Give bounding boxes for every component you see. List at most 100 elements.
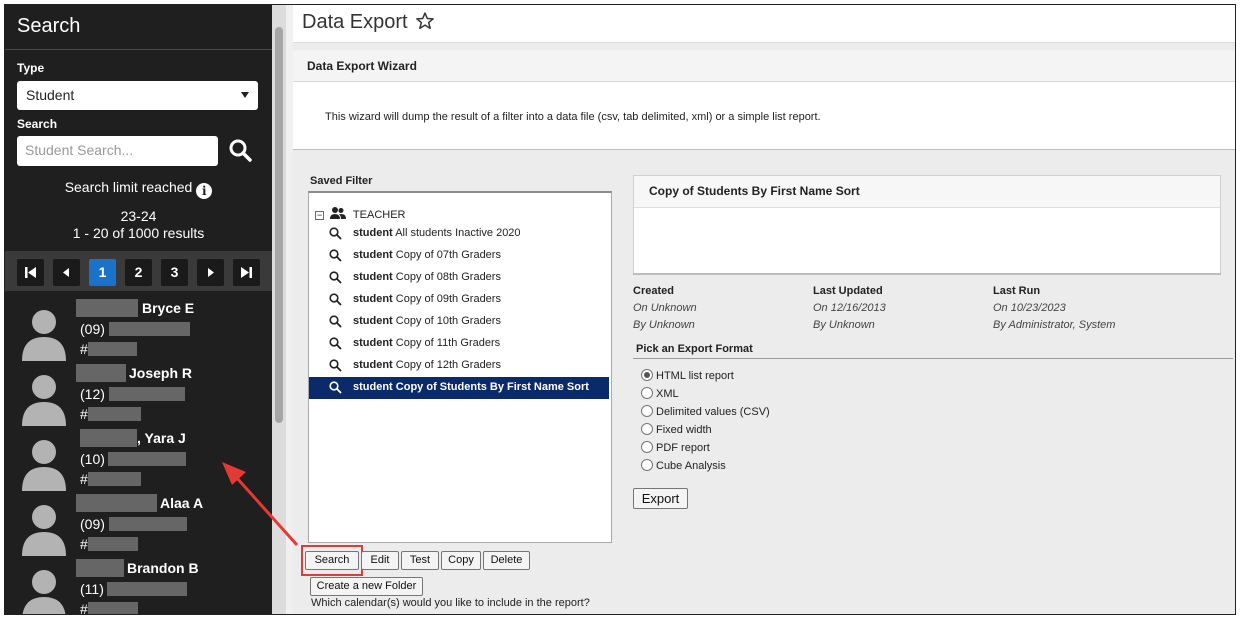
format-label: Fixed width [656,424,712,436]
prev-page-icon[interactable] [53,259,80,286]
magnifier-icon [329,359,342,372]
delete-button[interactable]: Delete [483,551,530,570]
redacted-last-name [76,494,157,512]
redacted-last-name [76,559,124,577]
info-icon[interactable]: i [196,183,213,199]
radio-selected[interactable] [641,369,653,381]
saved-filter-tree[interactable]: − TEACHER student All students Inactive … [308,191,612,543]
calendar-question: Which calendar(s) would you like to incl… [311,597,590,609]
type-select[interactable]: Student [17,81,258,110]
copy-button[interactable]: Copy [441,551,481,570]
filter-item[interactable]: student Copy of 10th Graders [309,311,609,333]
created-on: On Unknown [633,302,697,314]
filter-item[interactable]: student Copy of 09th Graders [309,289,609,311]
edit-button[interactable]: Edit [361,551,399,570]
avatar-icon [22,505,66,556]
filter-name: Copy of 07th Graders [395,249,501,261]
main-panel: Data Export Data Export Wizard This wiza… [293,5,1235,614]
filter-item[interactable]: student All students Inactive 2020 [309,223,609,245]
redacted-id [109,517,187,531]
format-option-fixed-width[interactable]: Fixed width [641,423,712,436]
search-limit-notice: Search limit reached i [5,179,272,199]
page-button-1[interactable]: 1 [89,259,116,286]
redacted-number [88,342,137,356]
export-button[interactable]: Export [633,488,688,509]
format-option-pdf[interactable]: PDF report [641,441,710,454]
filter-item[interactable]: student Copy of 07th Graders [309,245,609,267]
student-grade: (09) [80,321,105,337]
magnifier-icon [329,315,342,328]
format-label: XML [656,388,679,400]
sidebar-title: Search [17,15,81,37]
search-icon[interactable] [228,138,254,164]
sidebar-scrollbar[interactable] [272,5,286,614]
format-option-xml[interactable]: XML [641,387,679,400]
filter-type: student [353,293,393,305]
wizard-header: Data Export Wizard [293,50,1235,82]
student-result-item[interactable]: Bryce E (09) # [5,295,272,361]
app-window: Search Type Student Search Student Searc… [4,4,1236,615]
last-page-icon[interactable] [233,259,260,286]
radio[interactable] [641,441,653,453]
radio[interactable] [641,405,653,417]
redacted-id [107,582,187,596]
users-icon [330,207,347,219]
page-title: Data Export [302,11,408,33]
next-page-icon[interactable] [197,259,224,286]
search-button[interactable]: Search [305,551,359,570]
first-page-icon[interactable] [17,259,44,286]
student-grade: (09) [80,516,105,532]
filter-type: student [353,381,393,393]
create-folder-button[interactable]: Create a new Folder [310,577,423,596]
student-number: # [80,601,88,615]
star-icon[interactable] [415,11,435,31]
redacted-number [88,407,141,421]
filter-name: Copy of 10th Graders [395,315,501,327]
wizard-body: This wizard will dump the result of a fi… [293,82,1235,150]
scrollbar-thumb[interactable] [275,27,283,423]
tree-folder[interactable]: − TEACHER [315,206,405,221]
student-result-item[interactable]: Joseph R (12) # [5,360,272,426]
filter-type: student [353,271,393,283]
collapse-icon[interactable]: − [315,211,324,220]
last-run-label: Last Run [993,285,1041,297]
student-name: Joseph R [129,365,193,381]
filter-item[interactable]: student Copy of 12th Graders [309,355,609,377]
radio[interactable] [641,423,653,435]
magnifier-icon [329,227,342,240]
filter-name: Copy of 09th Graders [395,293,501,305]
filter-item[interactable]: student Copy of 11th Graders [309,333,609,355]
export-format-label: Pick an Export Format [636,343,753,355]
student-name: Bryce E [142,300,195,316]
radio[interactable] [641,459,653,471]
caret-down-icon [241,92,249,98]
format-option-cube[interactable]: Cube Analysis [641,459,726,472]
last-updated-by: By Unknown [813,319,875,331]
type-label: Type [17,61,45,75]
student-result-item[interactable]: , Yara J (10) # [5,425,272,491]
format-label: PDF report [656,442,710,454]
filter-item[interactable]: student Copy of 08th Graders [309,267,609,289]
filter-type: student [353,337,393,349]
filter-item-selected[interactable]: student Copy of Students By First Name S… [309,377,609,399]
school-year: 23-24 [120,208,157,224]
divider [633,358,1233,359]
folder-name: TEACHER [352,209,406,221]
page-button-3[interactable]: 3 [161,259,188,286]
test-button[interactable]: Test [401,551,439,570]
filter-type: student [353,227,393,239]
student-number: # [80,406,88,422]
student-result-item[interactable]: Alaa A (09) # [5,490,272,556]
page-button-2[interactable]: 2 [125,259,152,286]
filter-type: student [353,315,393,327]
student-result-item[interactable]: Brandon B (11) # [5,555,272,615]
student-search-input[interactable]: Student Search... [17,136,218,166]
search-limit-text: Search limit reached [64,179,193,195]
created-label: Created [633,285,674,297]
format-option-csv[interactable]: Delimited values (CSV) [641,405,770,418]
filter-type: student [353,249,393,261]
format-option-html[interactable]: HTML list report [641,369,734,382]
filter-name: Copy of 12th Graders [395,359,501,371]
magnifier-icon [329,271,342,284]
radio[interactable] [641,387,653,399]
